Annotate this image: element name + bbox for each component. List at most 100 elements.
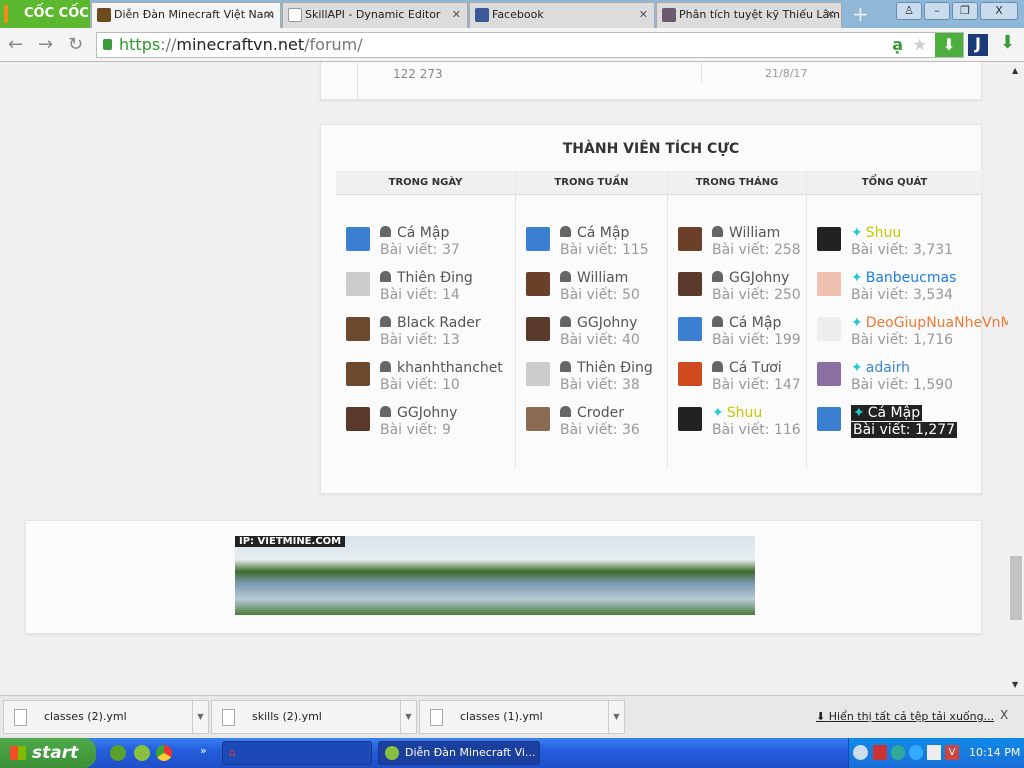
member-name-link[interactable]: ✦ Cá Mập [851, 405, 923, 421]
avatar[interactable] [817, 272, 841, 296]
reload-button[interactable]: ↻ [68, 34, 83, 55]
show-all-downloads-link[interactable]: ⬇ Hiển thị tất cả tệp tải xuống... [816, 710, 994, 723]
tab-skillapi[interactable]: SkillAPI - Dynamic Editor ✕ [282, 2, 468, 28]
avatar[interactable] [526, 272, 550, 296]
member-name-link[interactable]: Cá Mập [560, 225, 629, 241]
minimize-button[interactable]: – [924, 2, 950, 20]
member-name-link[interactable]: Cá Mập [380, 225, 449, 241]
user-icon [380, 226, 391, 237]
taskbar-home-button[interactable]: ⌂ [222, 741, 372, 765]
member-name-link[interactable]: ✦ DeoGiupNuaNheVnM [851, 315, 1008, 331]
antivirus-icon[interactable]: V [945, 745, 959, 760]
column-header[interactable]: TỔNG QUÁT [807, 171, 982, 195]
avatar[interactable] [817, 362, 841, 386]
download-item[interactable]: classes (2).yml ▼ [3, 700, 209, 734]
avatar[interactable] [817, 317, 841, 341]
extension-icon[interactable]: J [968, 34, 988, 56]
column-header[interactable]: TRONG TUẦN [516, 171, 667, 195]
avatar[interactable] [678, 407, 702, 431]
tab-facebook[interactable]: Facebook ✕ [469, 2, 655, 28]
avatar[interactable] [346, 227, 370, 251]
tab-minecraftvn[interactable]: Diễn Đàn Minecraft Việt Nam ✕ [91, 2, 281, 28]
download-item[interactable]: skills (2).yml ▼ [211, 700, 417, 734]
scroll-up-icon[interactable]: ▲ [1012, 66, 1018, 75]
member-name-link[interactable]: GGJohny [712, 270, 789, 286]
posts-value: 40 [621, 332, 640, 348]
avatar[interactable] [346, 317, 370, 341]
taskbar-window-button[interactable]: Diễn Đàn Minecraft Vi... [378, 741, 540, 765]
avatar[interactable] [678, 272, 702, 296]
page-scrollbar[interactable]: ▲ ▼ [1008, 62, 1024, 695]
member-name-link[interactable]: William [560, 270, 628, 286]
post-count: Bài viết: 36 [560, 422, 640, 438]
avatar[interactable] [817, 227, 841, 251]
close-tab-icon[interactable]: ✕ [826, 3, 835, 27]
member-name-link[interactable]: Thiên Đing [560, 360, 653, 376]
network-icon[interactable] [891, 745, 905, 760]
avatar[interactable] [346, 272, 370, 296]
avatar[interactable] [678, 362, 702, 386]
close-tab-icon[interactable]: ✕ [639, 3, 648, 27]
member-name-link[interactable]: khanhthanchet [380, 360, 503, 376]
new-tab-button[interactable]: + [852, 2, 869, 26]
tray-globe-icon[interactable] [909, 745, 923, 760]
url-bar[interactable]: https://minecraftvn.net/forum/ ạ ★ ⬇ [96, 32, 964, 58]
posts-value: 38 [621, 377, 640, 393]
tray-app-icon[interactable] [873, 745, 887, 760]
tab-thieulam[interactable]: Phân tích tuyệt kỹ Thiếu Lâm ✕ [656, 2, 842, 28]
chrome-icon[interactable] [156, 745, 172, 761]
member-name-link[interactable]: GGJohny [380, 405, 457, 421]
back-button[interactable]: ← [8, 34, 23, 55]
member-name-link[interactable]: Thiên Đing [380, 270, 473, 286]
close-window-button[interactable]: X [980, 2, 1018, 20]
tray-expand-icon[interactable] [853, 745, 868, 760]
vietmine-banner-image[interactable]: IP: VIETMINE.COM [235, 536, 755, 615]
posts-label: Bài viết: [851, 332, 909, 348]
member-name-link[interactable]: Black Rader [380, 315, 481, 331]
avatar[interactable] [678, 227, 702, 251]
close-tab-icon[interactable]: ✕ [452, 3, 461, 27]
coccoc-quicklaunch-icon[interactable] [134, 745, 150, 761]
scroll-thumb[interactable] [1010, 556, 1022, 620]
coccoc-logo[interactable]: CỐC CỐC [0, 0, 90, 28]
close-download-bar-button[interactable]: X [1000, 708, 1008, 722]
start-button[interactable]: start [0, 738, 96, 768]
download-item[interactable]: classes (1).yml ▼ [419, 700, 625, 734]
more-quicklaunch-icon[interactable]: » [200, 744, 207, 757]
member-name-link[interactable]: ✦ Shuu [712, 405, 762, 421]
chevron-down-icon[interactable]: ▼ [192, 701, 208, 733]
avatar[interactable] [526, 227, 550, 251]
avatar[interactable] [526, 407, 550, 431]
scroll-down-icon[interactable]: ▼ [1012, 680, 1018, 689]
show-all-label: Hiển thị tất cả tệp tải xuống... [828, 710, 995, 723]
member-name-link[interactable]: Cá Mập [712, 315, 781, 331]
avatar[interactable] [678, 317, 702, 341]
avatar[interactable] [526, 317, 550, 341]
member-name-link[interactable]: ✦ adairh [851, 360, 910, 376]
chevron-down-icon[interactable]: ▼ [400, 701, 416, 733]
bookmark-star-icon[interactable]: ★ [913, 33, 927, 57]
restore-button[interactable]: ❐ [952, 2, 978, 20]
utorrent-icon[interactable] [110, 745, 126, 761]
member-name-link[interactable]: GGJohny [560, 315, 637, 331]
forward-button[interactable]: → [38, 34, 53, 55]
member-name-link[interactable]: ✦ Banbeucmas [851, 270, 956, 286]
translate-icon[interactable]: ạ [892, 33, 903, 57]
idm-icon[interactable] [927, 745, 941, 760]
chevron-down-icon[interactable]: ▼ [608, 701, 624, 733]
close-tab-icon[interactable]: ✕ [265, 3, 274, 27]
posts-label: Bài viết: [380, 242, 438, 258]
column-header[interactable]: TRONG THÁNG [668, 171, 806, 195]
profile-button[interactable]: ♙ [896, 2, 922, 20]
download-video-icon[interactable]: ⬇ [935, 33, 963, 57]
member-name-link[interactable]: Cá Tươi [712, 360, 782, 376]
avatar[interactable] [346, 362, 370, 386]
column-header[interactable]: TRONG NGÀY [336, 171, 515, 195]
member-name-link[interactable]: William [712, 225, 780, 241]
avatar[interactable] [817, 407, 841, 431]
member-name-link[interactable]: Croder [560, 405, 624, 421]
avatar[interactable] [526, 362, 550, 386]
avatar[interactable] [346, 407, 370, 431]
member-name-link[interactable]: ✦ Shuu [851, 225, 901, 241]
downloads-icon[interactable]: ⬇ [1000, 32, 1015, 53]
